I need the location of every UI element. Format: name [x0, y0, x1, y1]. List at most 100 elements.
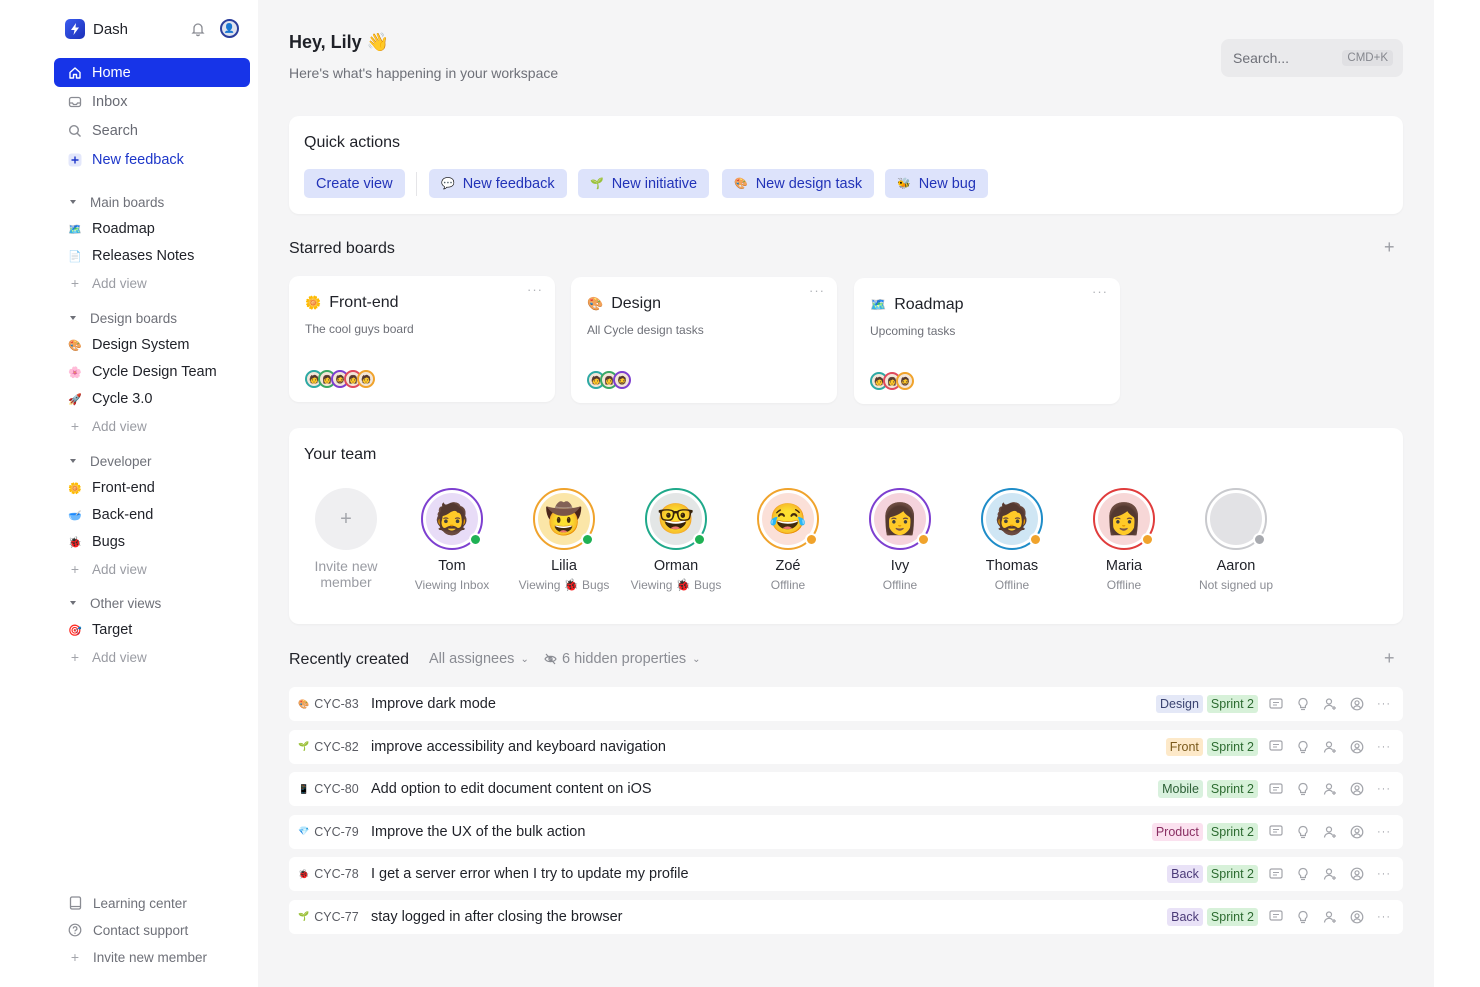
board-card-design[interactable]: ··· 🎨 Design All Cycle design tasks 🧑 👩 🧔 [571, 277, 837, 403]
assign-user-icon[interactable] [1323, 697, 1337, 711]
nav-home[interactable]: Home [54, 58, 250, 87]
contact-support-link[interactable]: Contact support [54, 919, 250, 941]
table-row[interactable]: 📱 CYC-80 Add option to edit document cont… [289, 772, 1403, 806]
section-developer[interactable]: Developer [54, 450, 250, 472]
nav-new-feedback[interactable]: New feedback [54, 145, 250, 174]
comment-icon[interactable] [1269, 740, 1283, 754]
brand[interactable]: Dash [65, 18, 128, 40]
sidebar-item-bugs[interactable]: 🐞 Bugs [54, 530, 250, 554]
search-input[interactable]: Search... CMD+K [1221, 39, 1403, 77]
sidebar-item-design-system[interactable]: 🎨 Design System [54, 333, 250, 357]
board-card-roadmap[interactable]: ··· 🗺️ Roadmap Upcoming tasks 🧑 👩 🧔 [854, 278, 1120, 404]
issue-tag[interactable]: Design [1155, 695, 1203, 713]
comment-icon[interactable] [1269, 867, 1283, 881]
user-circle-icon[interactable] [1350, 825, 1364, 839]
lightbulb-icon[interactable] [1296, 825, 1310, 839]
more-options-icon[interactable]: ··· [1377, 740, 1391, 754]
new-design-task-button[interactable]: 🎨 New design task [722, 169, 875, 198]
lightbulb-icon[interactable] [1296, 782, 1310, 796]
sprint-badge[interactable]: Sprint 2 [1206, 822, 1258, 841]
sidebar-item-target[interactable]: 🎯 Target [54, 618, 250, 642]
team-member-thomas[interactable]: 🧔 Thomas Offline [957, 488, 1067, 592]
more-options-icon[interactable]: ··· [809, 283, 825, 298]
board-card-front-end[interactable]: ··· 🌼 Front-end The cool guys board 🧑 👩 🧔… [289, 276, 555, 402]
lightbulb-icon[interactable] [1296, 910, 1310, 924]
table-row[interactable]: 🌱 CYC-77 stay logged in after closing the… [289, 899, 1403, 934]
team-member-maria[interactable]: 👩 Maria Offline [1069, 488, 1179, 592]
assign-user-icon[interactable] [1323, 910, 1337, 924]
team-member-lilia[interactable]: 🤠 Lilia Viewing 🐞 Bugs [509, 488, 619, 592]
more-options-icon[interactable]: ··· [1377, 825, 1391, 839]
user-circle-icon[interactable] [1350, 697, 1364, 711]
sprint-badge[interactable]: Sprint 2 [1206, 737, 1258, 756]
sidebar-item-cycle-design-team[interactable]: 🌸 Cycle Design Team [54, 360, 250, 384]
new-bug-button[interactable]: 🐝 New bug [885, 169, 988, 198]
add-item-plus-icon[interactable]: + [1384, 648, 1395, 669]
section-other-views[interactable]: Other views [54, 592, 250, 614]
user-circle-icon[interactable] [1350, 867, 1364, 881]
team-member-zoe[interactable]: 😂 Zoé Offline [733, 488, 843, 592]
lightbulb-icon[interactable] [1296, 740, 1310, 754]
create-view-button[interactable]: Create view [304, 169, 405, 198]
new-initiative-button[interactable]: 🌱 New initiative [578, 169, 710, 198]
assign-user-icon[interactable] [1323, 740, 1337, 754]
more-options-icon[interactable]: ··· [1377, 867, 1391, 881]
add-view-button[interactable]: + Add view [54, 415, 250, 437]
nav-search[interactable]: Search [54, 116, 250, 145]
more-options-icon[interactable]: ··· [1377, 910, 1391, 924]
invite-member-button[interactable]: + Invite new member [291, 488, 401, 590]
table-row[interactable]: 🎨 CYC-83 Improve dark mode Design Sprint … [289, 687, 1403, 721]
lightbulb-icon[interactable] [1296, 867, 1310, 881]
team-member-tom[interactable]: 🧔 Tom Viewing Inbox [397, 488, 507, 592]
comment-icon[interactable] [1269, 825, 1283, 839]
sidebar-item-releases-notes[interactable]: 📄 Releases Notes [54, 244, 250, 268]
user-avatar[interactable]: 👤 [220, 19, 239, 38]
comment-icon[interactable] [1269, 910, 1283, 924]
invite-member-link[interactable]: + Invite new member [54, 946, 250, 968]
sprint-badge[interactable]: Sprint 2 [1206, 695, 1258, 713]
hidden-properties-filter[interactable]: 6 hidden properties ⌄ [544, 651, 701, 667]
user-circle-icon[interactable] [1350, 740, 1364, 754]
lightbulb-icon[interactable] [1296, 697, 1310, 711]
more-options-icon[interactable]: ··· [527, 282, 543, 297]
sidebar-item-front-end[interactable]: 🌼 Front-end [54, 476, 250, 500]
add-view-button[interactable]: + Add view [54, 272, 250, 294]
issue-tag[interactable]: Back [1167, 907, 1203, 926]
issue-tag[interactable]: Mobile [1158, 780, 1203, 798]
new-feedback-button[interactable]: 💬 New feedback [429, 169, 567, 198]
comment-icon[interactable] [1269, 697, 1283, 711]
assign-user-icon[interactable] [1323, 825, 1337, 839]
learning-center-link[interactable]: Learning center [54, 892, 250, 914]
issue-tag[interactable]: Front [1165, 737, 1203, 756]
more-options-icon[interactable]: ··· [1377, 782, 1391, 796]
team-member-ivy[interactable]: 👩 Ivy Offline [845, 488, 955, 592]
table-row[interactable]: 💎 CYC-79 Improve the UX of the bulk actio… [289, 814, 1403, 849]
nav-inbox[interactable]: Inbox [54, 87, 250, 116]
add-view-button[interactable]: + Add view [54, 558, 250, 580]
assign-user-icon[interactable] [1323, 782, 1337, 796]
section-main-boards[interactable]: Main boards [54, 191, 250, 213]
user-circle-icon[interactable] [1350, 910, 1364, 924]
comment-icon[interactable] [1269, 782, 1283, 796]
more-options-icon[interactable]: ··· [1377, 697, 1391, 711]
team-member-orman[interactable]: 🤓 Orman Viewing 🐞 Bugs [621, 488, 731, 592]
sprint-badge[interactable]: Sprint 2 [1206, 780, 1258, 798]
sidebar-item-back-end[interactable]: 🥣 Back-end [54, 503, 250, 527]
assignee-filter[interactable]: All assignees ⌄ [429, 651, 529, 667]
sidebar-item-roadmap[interactable]: 🗺️ Roadmap [54, 217, 250, 241]
table-row[interactable]: 🐞 CYC-78 I get a server error when I try … [289, 857, 1403, 891]
more-options-icon[interactable]: ··· [1092, 284, 1108, 299]
section-design-boards[interactable]: Design boards [54, 307, 250, 329]
add-view-button[interactable]: + Add view [54, 646, 250, 668]
issue-tag[interactable]: Back [1167, 865, 1203, 883]
table-row[interactable]: 🌱 CYC-82 improve accessibility and keyboa… [289, 729, 1403, 764]
sprint-badge[interactable]: Sprint 2 [1206, 865, 1258, 883]
sprint-badge[interactable]: Sprint 2 [1206, 907, 1258, 926]
issue-tag[interactable]: Product [1151, 822, 1203, 841]
assign-user-icon[interactable] [1323, 867, 1337, 881]
team-member-aaron[interactable]: Aaron Not signed up [1181, 488, 1291, 592]
add-board-plus-icon[interactable]: + [1384, 237, 1395, 258]
sidebar-item-cycle-3[interactable]: 🚀 Cycle 3.0 [54, 387, 250, 411]
user-circle-icon[interactable] [1350, 782, 1364, 796]
bell-icon[interactable] [190, 21, 206, 37]
